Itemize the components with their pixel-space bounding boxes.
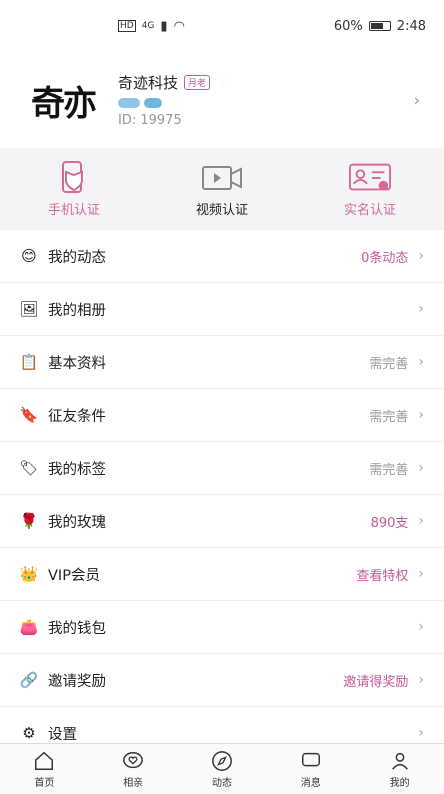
tab-feed[interactable]: 动态	[211, 750, 233, 789]
user-icon	[391, 752, 408, 770]
tag-icon: 🏷	[19, 459, 39, 477]
wifi-icon: ◠	[173, 18, 185, 34]
profile-name: 奇迹科技	[118, 74, 179, 92]
menu-row-value: 需完善	[369, 462, 409, 478]
menu-row-label: 邀请奖励	[48, 673, 106, 690]
phone-shield-icon	[52, 160, 96, 195]
menu-row-value: 0条动态	[361, 250, 409, 266]
menu-row-label: 我的玫瑰	[48, 514, 106, 531]
chevron-right-icon: ›	[413, 90, 420, 110]
menu-row-7[interactable]: 👛 我的钱包 ›	[0, 601, 444, 654]
tab-mine[interactable]: 我的	[389, 750, 411, 789]
settings-icon: ⚙	[22, 724, 36, 742]
tab-messages-label: 消息	[300, 777, 321, 789]
menu-row-label: 基本资料	[48, 355, 106, 372]
tab-messages[interactable]: 消息	[300, 750, 322, 789]
signal-icon: ▮	[160, 18, 168, 34]
menu-row-value: 需完善	[369, 409, 409, 425]
tab-home-label: 首页	[34, 777, 55, 789]
avatar[interactable]: 奇亦	[18, 65, 108, 135]
signal-indicators: HD 4G ▮ ◠	[118, 19, 185, 34]
message-icon	[301, 752, 320, 766]
heart-chat-icon	[123, 751, 144, 768]
chevron-right-icon: ›	[418, 301, 424, 317]
video-camera-icon	[200, 161, 244, 195]
menu-list: 😊 我的动态 0条动态 › 🖼 我的相册 › 📋 基本资料 需完善 › 🔖 征友条件 需完善 › 🏷 我的标签需…	[0, 230, 444, 760]
menu-row-4[interactable]: 🏷 我的标签 需完善 ›	[0, 442, 444, 495]
rose-icon: 🌹	[19, 512, 39, 530]
hd-icon: HD	[118, 20, 136, 32]
clock: 2:48	[396, 18, 426, 34]
gender-badge	[118, 98, 140, 108]
profile-doc-icon: 📋	[19, 353, 39, 371]
menu-row-value: 890支	[370, 515, 409, 531]
status-bar: HD 4G ▮ ◠ 60% 2:48	[0, 0, 444, 52]
bookmark-icon: 🔖	[19, 406, 39, 424]
menu-row-label: 我的动态	[48, 249, 106, 266]
video-verify-label: 视频认证	[195, 202, 248, 218]
network-label: 4G	[141, 21, 155, 31]
home-icon	[35, 751, 54, 770]
phone-verify-button[interactable]: 手机认证	[47, 160, 100, 218]
tab-dating-label: 相亲	[123, 777, 144, 789]
chevron-right-icon: ›	[418, 566, 424, 582]
realname-verify-button[interactable]: 实名认证	[344, 161, 396, 218]
menu-row-0[interactable]: 😊 我的动态 0条动态 ›	[0, 230, 444, 283]
menu-row-3[interactable]: 🔖 征友条件 需完善 ›	[0, 389, 444, 442]
battery-icon	[368, 21, 391, 31]
menu-row-5[interactable]: 🌹 我的玫瑰 890支 ›	[0, 495, 444, 548]
chevron-right-icon: ›	[418, 619, 424, 635]
phone-verify-label: 手机认证	[47, 202, 100, 218]
profile-card[interactable]: 奇亦 奇迹科技 月老 ID: 19975 ›	[0, 52, 444, 148]
menu-row-1[interactable]: 🖼 我的相册 ›	[0, 283, 444, 336]
tab-mine-label: 我的	[389, 777, 410, 789]
menu-row-6[interactable]: 👑 VIP会员 查看特权 ›	[0, 548, 444, 601]
menu-row-label: 设置	[48, 726, 77, 743]
realname-verify-label: 实名认证	[343, 202, 396, 218]
photo-icon: 🖼	[19, 300, 39, 318]
menu-row-label: 我的标签	[48, 461, 106, 478]
battery-percent: 60%	[333, 18, 363, 34]
chevron-right-icon: ›	[418, 672, 424, 688]
menu-row-value: 邀请得奖励	[343, 674, 409, 690]
chevron-right-icon: ›	[418, 460, 424, 476]
tab-dating[interactable]: 相亲	[122, 750, 144, 789]
id-card-icon	[348, 161, 392, 195]
tab-feed-label: 动态	[211, 777, 232, 789]
bottom-tab-bar: 首页 相亲 动态 消息 我的	[0, 743, 444, 794]
menu-row-label: VIP会员	[48, 567, 100, 584]
chevron-right-icon: ›	[418, 513, 424, 529]
share-icon: 🔗	[19, 671, 39, 689]
menu-row-2[interactable]: 📋 基本资料 需完善 ›	[0, 336, 444, 389]
profile-id: ID: 19975	[118, 113, 182, 128]
vip-crown-icon: 👑	[19, 565, 39, 583]
wallet-icon: 👛	[19, 618, 39, 636]
role-tag: 月老	[184, 75, 211, 90]
chevron-right-icon: ›	[418, 407, 424, 423]
emoji-icon: 😊	[21, 247, 37, 265]
menu-row-value: 需完善	[369, 356, 409, 372]
chevron-right-icon: ›	[418, 725, 424, 741]
menu-row-label: 征友条件	[48, 408, 106, 425]
location-badge	[144, 98, 162, 108]
avatar-logo-text: 奇亦	[31, 83, 97, 124]
tab-home[interactable]: 首页	[33, 750, 55, 789]
menu-row-8[interactable]: 🔗 邀请奖励 邀请得奖励 ›	[0, 654, 444, 707]
menu-row-label: 我的相册	[48, 302, 106, 319]
chevron-right-icon: ›	[418, 354, 424, 370]
menu-row-label: 我的钱包	[48, 620, 106, 637]
compass-icon	[212, 750, 232, 771]
menu-row-value: 查看特权	[356, 568, 409, 584]
verification-bar: 手机认证 视频认证 实名认证	[0, 148, 444, 230]
chevron-right-icon: ›	[418, 248, 424, 264]
video-verify-button[interactable]: 视频认证	[196, 161, 248, 218]
